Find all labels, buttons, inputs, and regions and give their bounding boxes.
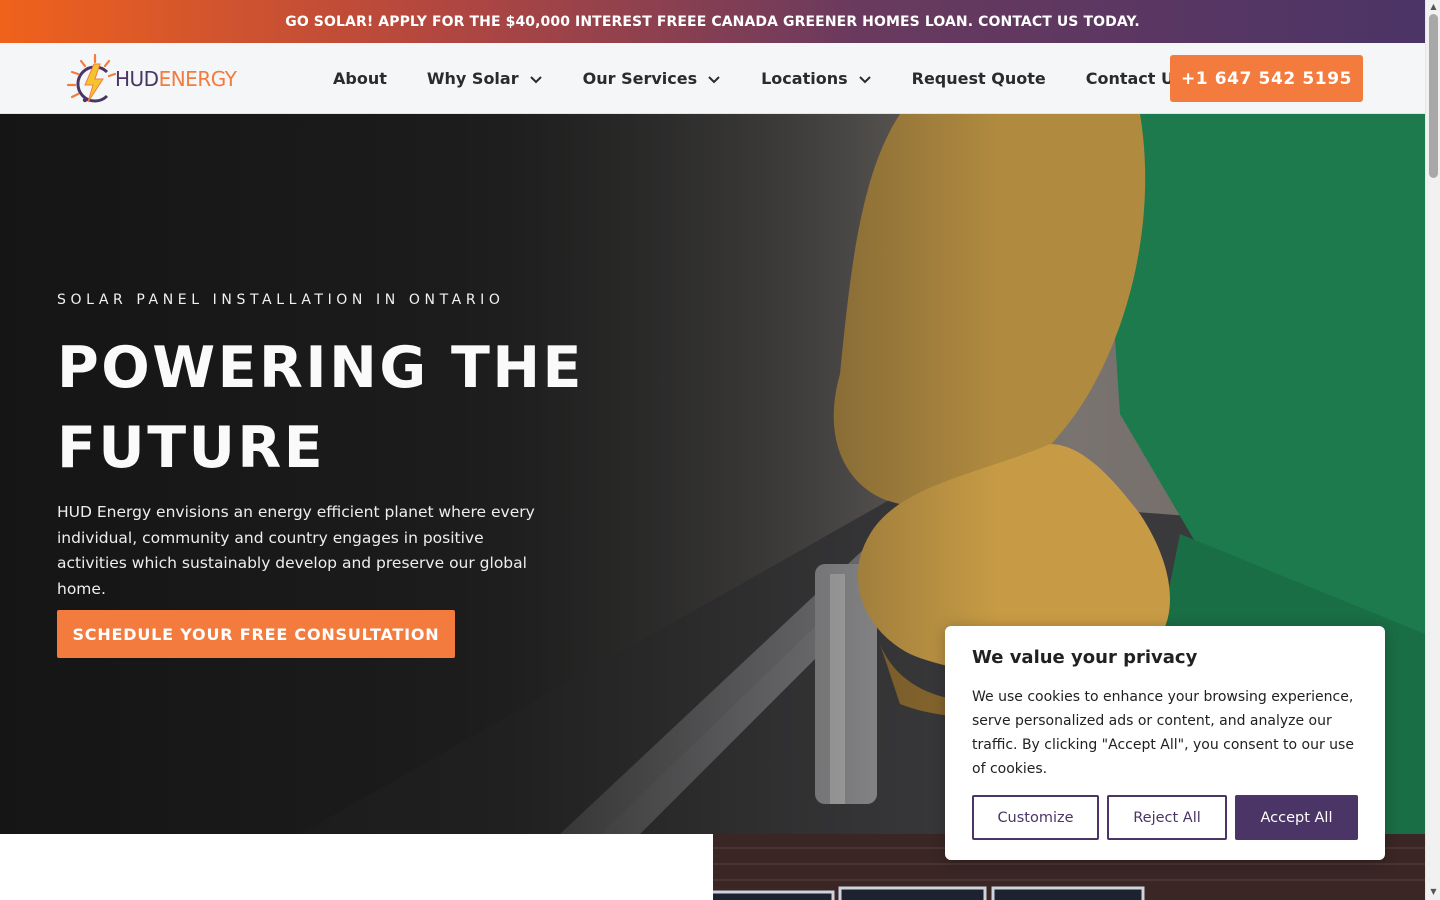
nav-about-label: About <box>333 69 387 88</box>
scroll-down-arrow-icon[interactable]: ▼ <box>1429 887 1438 896</box>
nav-why-solar[interactable]: Why Solar <box>427 69 543 88</box>
logo[interactable]: HUDENERGY <box>63 52 243 106</box>
promo-text: GO SOLAR! APPLY FOR THE $40,000 INTEREST… <box>285 13 1140 30</box>
nav-contact-us-label: Contact Us <box>1085 69 1184 88</box>
nav-our-services-label: Our Services <box>582 69 698 88</box>
nav-contact-us[interactable]: Contact Us <box>1086 69 1184 88</box>
reject-all-button[interactable]: Reject All <box>1107 795 1227 840</box>
nav-our-services[interactable]: Our Services <box>583 69 722 88</box>
chevron-down-icon <box>529 75 542 83</box>
cookie-consent-dialog: We value your privacy We use cookies to … <box>945 626 1385 860</box>
cta-label: SCHEDULE YOUR FREE CONSULTATION <box>72 624 440 644</box>
page-scrollbar[interactable]: ▲ ▼ <box>1425 0 1440 900</box>
nav-request-quote[interactable]: Request Quote <box>912 69 1046 88</box>
sun-lightning-icon <box>66 53 117 103</box>
nav-request-quote-label: Request Quote <box>911 69 1046 88</box>
nav-locations-label: Locations <box>761 69 848 88</box>
phone-button[interactable]: +1 647 542 5195 <box>1170 55 1363 102</box>
hero-description: HUD Energy envisions an energy efficient… <box>57 503 535 598</box>
scrollbar-thumb[interactable] <box>1429 14 1438 178</box>
logo-energy: ENERGY <box>158 67 237 91</box>
logo-text: HUDENERGY <box>115 67 237 91</box>
logo-hud: HUD <box>115 67 159 91</box>
main-nav: About Why Solar Our Services Locations R… <box>313 43 1204 114</box>
promo-banner[interactable]: GO SOLAR! APPLY FOR THE $40,000 INTEREST… <box>0 0 1425 43</box>
nav-locations[interactable]: Locations <box>761 69 872 88</box>
chevron-down-icon <box>858 75 871 83</box>
scroll-up-arrow-icon[interactable]: ▲ <box>1429 2 1438 11</box>
accept-all-button[interactable]: Accept All <box>1235 795 1358 840</box>
site-header: HUDENERGY About Why Solar Our Services L… <box>0 43 1425 114</box>
schedule-consultation-button[interactable]: SCHEDULE YOUR FREE CONSULTATION <box>57 610 455 658</box>
customize-button[interactable]: Customize <box>972 795 1099 840</box>
nav-why-solar-label: Why Solar <box>426 69 519 88</box>
hero-headline: POWERING THE FUTURE <box>57 335 584 481</box>
cookie-buttons: Customize Reject All Accept All <box>972 795 1358 840</box>
cookie-text: We use cookies to enhance your browsing … <box>972 689 1354 777</box>
nav-about[interactable]: About <box>333 69 387 88</box>
chevron-down-icon <box>708 75 720 83</box>
cookie-title: We value your privacy <box>972 647 1198 668</box>
hero-eyebrow: SOLAR PANEL INSTALLATION IN ONTARIO <box>57 292 505 308</box>
phone-label: +1 647 542 5195 <box>1180 68 1353 89</box>
